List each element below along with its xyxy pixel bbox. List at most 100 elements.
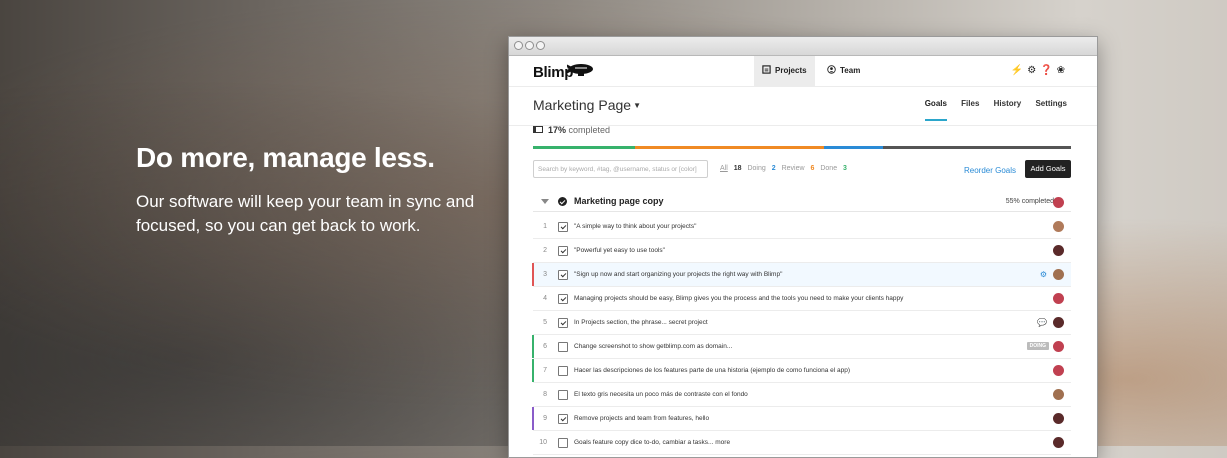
avatar[interactable]	[1053, 437, 1064, 448]
goal-text[interactable]: In Projects section, the phrase... secre…	[574, 319, 708, 326]
filter-doing-label: Doing	[747, 165, 766, 172]
goal-checkbox[interactable]	[558, 366, 568, 376]
filter-done-label: Done	[820, 165, 838, 172]
progress-bar-segment	[635, 146, 824, 149]
bug-icon[interactable]: ❀	[1057, 65, 1069, 76]
goal-row[interactable]: 10 Goals feature copy dice to-do, cambiar…	[533, 431, 1071, 455]
goal-text[interactable]: Goals feature copy dice to-do, cambiar a…	[574, 439, 730, 446]
section-percent: 55% completed	[1005, 198, 1054, 205]
progress-bar-segment	[882, 146, 1071, 149]
goal-row[interactable]: 3 "Sign up now and start organizing your …	[532, 263, 1071, 287]
filter-review-label: Review	[781, 165, 805, 172]
bolt-icon[interactable]: ⚡	[1011, 65, 1027, 76]
project-title[interactable]: Marketing Page ▼	[533, 97, 641, 113]
hero: Do more, manage less. Our software will …	[136, 140, 506, 238]
goal-number: 3	[543, 271, 547, 278]
filter-done-count: 3	[843, 165, 847, 172]
filter-all[interactable]: All 18	[720, 165, 742, 172]
goal-number: 10	[539, 439, 547, 446]
goal-row[interactable]: 9 Remove projects and team from features,…	[532, 407, 1071, 431]
avatar[interactable]	[1053, 245, 1064, 256]
goal-checkbox[interactable]	[558, 342, 568, 352]
goal-checkbox[interactable]	[558, 390, 568, 400]
goal-checkbox[interactable]	[558, 270, 568, 280]
project-header: Marketing Page ▼ Goals Files History Sett…	[509, 87, 1097, 126]
filter-done[interactable]: Done 3	[820, 165, 847, 172]
nav-tab-team-label: Team	[840, 66, 861, 75]
maximize-window-button[interactable]	[536, 41, 545, 50]
goal-row[interactable]: 8 El texto gris necesita un poco más de c…	[533, 383, 1071, 407]
tab-settings[interactable]: Settings	[1035, 99, 1067, 119]
progress-bar-segment	[823, 146, 883, 149]
goal-number: 2	[543, 247, 547, 254]
nav-tab-projects[interactable]: Projects	[754, 56, 815, 86]
status-badge: DOING	[1026, 342, 1049, 350]
filter-doing-count: 2	[771, 165, 776, 172]
nav-tab-team[interactable]: Team	[819, 56, 868, 86]
avatar[interactable]	[1053, 293, 1064, 304]
projects-icon	[762, 65, 771, 74]
help-icon[interactable]: ❓	[1040, 65, 1056, 76]
avatar[interactable]	[1053, 269, 1064, 280]
goal-number: 7	[543, 367, 547, 374]
top-navigation: Blimp Projects Team ⚡⚙❓❀	[509, 56, 1097, 87]
collapse-icon[interactable]	[541, 199, 549, 204]
goal-text[interactable]: Managing projects should be easy, Blimp …	[574, 295, 903, 302]
goal-row[interactable]: 4 Managing projects should be easy, Blimp…	[533, 287, 1071, 311]
caret-down-icon: ▼	[633, 101, 641, 110]
goal-list: 1 "A simple way to think about your proje…	[532, 215, 1071, 455]
status-filters: All 18 Doing 2 Review 6 Done 3	[720, 165, 851, 172]
tab-goals[interactable]: Goals	[924, 99, 947, 121]
avatar[interactable]	[1053, 341, 1064, 352]
blimp-logo-icon	[567, 64, 593, 76]
goal-number: 9	[543, 415, 547, 422]
avatar[interactable]	[1053, 413, 1064, 424]
comment-icon[interactable]: 💬	[1037, 318, 1047, 327]
goal-checkbox[interactable]	[558, 294, 568, 304]
battery-icon	[533, 126, 543, 133]
avatar[interactable]	[1053, 221, 1064, 232]
goal-text[interactable]: "Powerful yet easy to use tools"	[574, 247, 665, 254]
goal-checkbox[interactable]	[558, 318, 568, 328]
filter-review-count: 6	[810, 165, 815, 172]
minimize-window-button[interactable]	[525, 41, 534, 50]
close-window-button[interactable]	[514, 41, 523, 50]
search-input[interactable]: Search by keyword, #tag, @username, stat…	[533, 160, 708, 178]
gear-icon[interactable]: ⚙	[1040, 270, 1047, 279]
goal-row[interactable]: 6 Change screenshot to show getblimp.com …	[532, 335, 1071, 359]
add-goals-button[interactable]: Add Goals	[1025, 160, 1071, 178]
filter-review[interactable]: Review 6	[782, 165, 815, 172]
goal-text[interactable]: Change screenshot to show getblimp.com a…	[574, 343, 732, 350]
goal-checkbox[interactable]	[558, 438, 568, 448]
goal-row[interactable]: 2 "Powerful yet easy to use tools"	[533, 239, 1071, 263]
goal-checkbox[interactable]	[558, 246, 568, 256]
goal-checkbox[interactable]	[558, 414, 568, 424]
window-titlebar	[509, 37, 1097, 56]
goal-text[interactable]: Hacer las descripciones de los features …	[574, 367, 850, 374]
goal-text[interactable]: "A simple way to think about your projec…	[574, 223, 696, 230]
avatar[interactable]	[1053, 389, 1064, 400]
goal-text[interactable]: "Sign up now and start organizing your p…	[574, 271, 782, 278]
goal-row[interactable]: 7 Hacer las descripciones de los features…	[532, 359, 1071, 383]
header-icons: ⚡⚙❓❀	[1011, 65, 1069, 76]
tab-files[interactable]: Files	[961, 99, 979, 119]
avatar[interactable]	[1053, 365, 1064, 376]
reorder-goals-link[interactable]: Reorder Goals	[964, 166, 1016, 175]
section-title[interactable]: Marketing page copy	[574, 196, 664, 206]
avatar[interactable]	[1053, 317, 1064, 328]
goal-row[interactable]: 1 "A simple way to think about your proje…	[533, 215, 1071, 239]
goal-text[interactable]: El texto gris necesita un poco más de co…	[574, 391, 748, 398]
goal-text[interactable]: Remove projects and team from features, …	[574, 415, 709, 422]
goal-checkbox[interactable]	[558, 222, 568, 232]
app-window: Blimp Projects Team ⚡⚙❓❀ Marketing Page ▼…	[508, 36, 1098, 458]
project-tabs: Goals Files History Settings	[913, 99, 1067, 121]
filter-doing[interactable]: Doing 2	[747, 165, 775, 172]
filter-all-label: All	[720, 165, 728, 172]
goal-number: 8	[543, 391, 547, 398]
goal-number: 6	[543, 343, 547, 350]
goal-section-header: Marketing page copy 55% completed	[533, 193, 1071, 212]
tab-history[interactable]: History	[994, 99, 1022, 119]
goal-row[interactable]: 5 In Projects section, the phrase... secr…	[533, 311, 1071, 335]
gear-icon[interactable]: ⚙	[1027, 65, 1040, 76]
progress-summary: 17% completed	[533, 125, 610, 135]
